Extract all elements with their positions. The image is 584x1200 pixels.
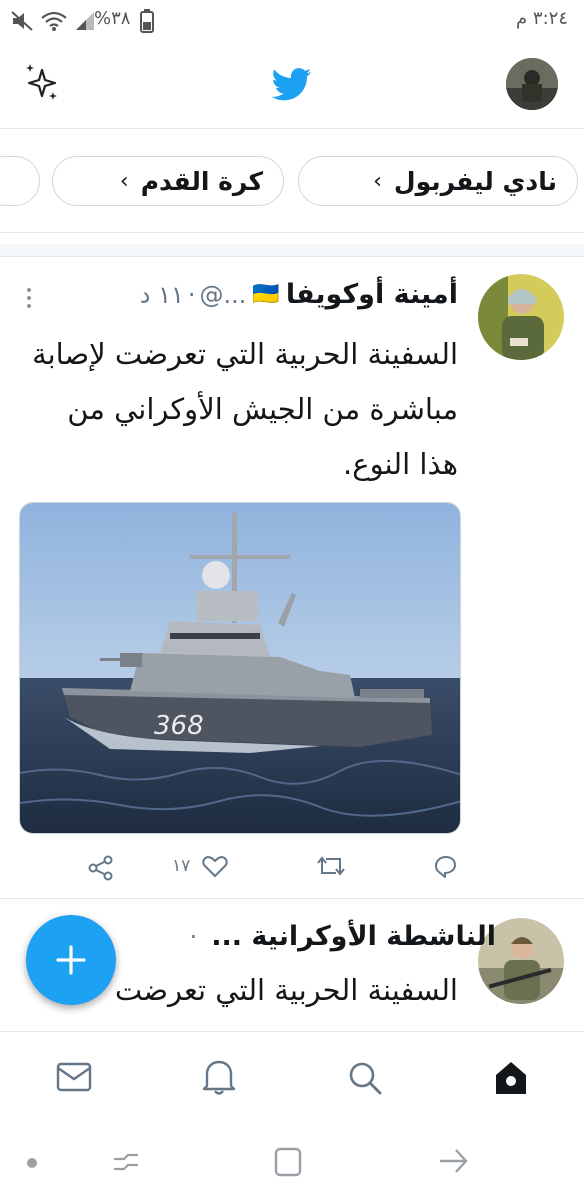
twitter-bird-icon[interactable]: [272, 68, 312, 101]
plus-icon: [56, 945, 86, 975]
app-header: [0, 40, 584, 129]
battery-icon: [140, 9, 154, 33]
system-nav-bar: [0, 1123, 584, 1200]
mail-icon[interactable]: [56, 1062, 92, 1092]
back-arrow-icon[interactable]: [436, 1145, 470, 1177]
author-handle[interactable]: ...@: [200, 281, 247, 309]
topic-label: نادي ليفربول: [393, 166, 557, 196]
warship-image: 368: [20, 503, 460, 833]
ship-hull-number: 368: [154, 711, 204, 741]
like-count: ١٧: [172, 856, 191, 876]
status-time: ٣:٢٤ م: [516, 8, 568, 29]
author-avatar[interactable]: [478, 274, 564, 360]
ukraine-flag-icon: 🇺🇦: [252, 282, 280, 307]
wifi-icon: [41, 11, 67, 31]
tweet-actions: ١٧: [0, 846, 584, 886]
signal-icon: [76, 12, 94, 30]
home-icon[interactable]: [494, 1060, 528, 1096]
meta-separator: ·: [187, 280, 196, 309]
tweet-header: الناشطة الأوكرانية ... ·: [190, 921, 496, 952]
author-name[interactable]: أمينة أوكويفا: [286, 279, 458, 310]
topic-chip-football[interactable]: كرة القدم ›: [52, 156, 284, 206]
search-icon[interactable]: [347, 1060, 383, 1096]
dot-icon[interactable]: [26, 1157, 38, 1169]
profile-avatar[interactable]: [506, 58, 558, 110]
bottom-nav: [0, 1031, 584, 1124]
topic-label: كرة القدم: [140, 166, 263, 196]
battery-percent: %٣٨: [94, 8, 131, 29]
share-icon[interactable]: [88, 855, 114, 881]
topic-chip-partial[interactable]: [0, 156, 40, 206]
sparkle-icon[interactable]: [22, 62, 60, 102]
recent-apps-icon[interactable]: [110, 1147, 142, 1177]
tweet-photo[interactable]: 368: [19, 502, 461, 834]
chevron-right-icon: ›: [119, 168, 129, 194]
tweet-header: أمينة أوكويفا 🇺🇦 ...@ · ١١ د: [140, 279, 458, 310]
home-button-icon[interactable]: [272, 1145, 304, 1179]
separator-band: [0, 244, 584, 257]
reply-icon[interactable]: [432, 855, 458, 879]
retweet-icon[interactable]: [316, 855, 346, 879]
meta-separator: ·: [189, 922, 198, 951]
like-icon[interactable]: [202, 855, 228, 879]
status-bar: ٣:٢٤ م %٣٨: [0, 0, 584, 40]
tweet-time: ١١ د: [139, 280, 184, 309]
more-options-icon[interactable]: [24, 287, 34, 309]
tweet-text: السفينة الحربية التي تعرضت لإصابة مباشرة…: [32, 337, 458, 481]
divider: [0, 232, 584, 233]
compose-tweet-button[interactable]: [26, 915, 116, 1005]
author-name[interactable]: الناشطة الأوكرانية ...: [211, 921, 496, 952]
chevron-right-icon: ›: [373, 168, 382, 194]
topic-chip-liverpool[interactable]: نادي ليفربول ›: [298, 156, 578, 206]
mute-icon: [11, 11, 33, 31]
bell-icon[interactable]: [201, 1058, 237, 1096]
